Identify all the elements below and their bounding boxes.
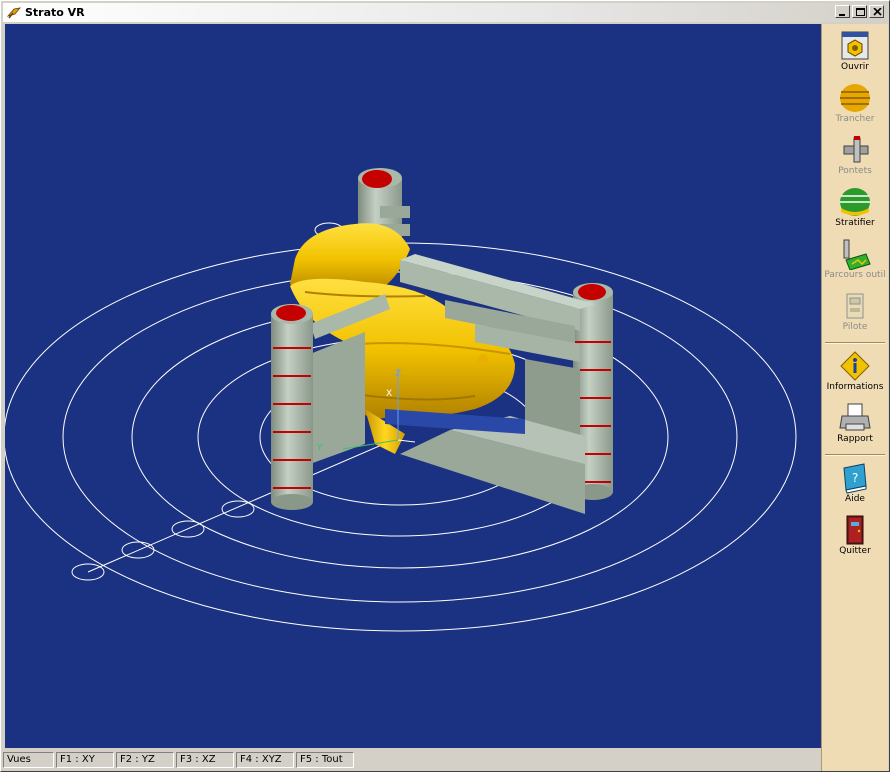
status-views: Vues [3, 752, 54, 768]
report-icon [839, 403, 871, 431]
toolbar-separator [825, 454, 885, 456]
status-view-xy[interactable]: F1 : XY [56, 752, 114, 768]
slice-label: Trancher [835, 114, 875, 124]
toolpath-label: Parcours outil [824, 270, 886, 280]
bridge-button[interactable]: Pontets [822, 130, 888, 182]
maximize-icon [856, 8, 865, 16]
axis-z-label: Z [395, 369, 401, 379]
axis-x-label: X [386, 389, 392, 399]
status-view-xyz[interactable]: F4 : XYZ [236, 752, 294, 768]
svg-text:?: ? [852, 471, 858, 485]
help-label: Aide [845, 494, 865, 504]
help-icon: ? [843, 463, 867, 494]
pilot-button[interactable]: Pilote [822, 286, 888, 338]
open-icon [841, 31, 869, 60]
bridge-label: Pontets [838, 166, 872, 176]
status-bar: Vues F1 : XY F2 : YZ F3 : XZ F4 : XYZ F5… [3, 750, 821, 770]
title-bar[interactable]: Strato VR [3, 3, 887, 22]
toolbar-separator [825, 342, 885, 344]
stratify-button[interactable]: Stratifier [822, 182, 888, 234]
slice-icon [840, 84, 870, 112]
3d-scene: Z Y X [5, 168, 797, 632]
minimize-button[interactable] [835, 5, 850, 18]
toolpath-icon [843, 239, 871, 270]
exit-label: Quitter [839, 546, 871, 556]
maximize-button[interactable] [852, 5, 867, 18]
report-label: Rapport [837, 434, 873, 444]
grid-rings [5, 222, 797, 632]
toolpath-button[interactable]: Parcours outil [822, 234, 888, 286]
3d-viewport[interactable]: Z Y X [5, 24, 821, 748]
status-view-xz[interactable]: F3 : XZ [176, 752, 234, 768]
stratify-icon [840, 188, 870, 216]
help-button[interactable]: ? Aide [822, 458, 888, 510]
pilot-label: Pilote [842, 322, 868, 332]
stratify-label: Stratifier [835, 218, 875, 228]
report-button[interactable]: Rapport [822, 398, 888, 450]
app-window: Strato VR Z Y X Ouvrir Trancher Pontets … [0, 0, 890, 772]
status-view-yz[interactable]: F2 : YZ [116, 752, 174, 768]
status-view-all[interactable]: F5 : Tout [296, 752, 354, 768]
app-logo-icon [7, 7, 21, 19]
right-toolbar: Ouvrir Trancher Pontets Stratifier Parco… [821, 24, 888, 771]
info-icon [840, 351, 870, 381]
pilot-icon [846, 293, 864, 319]
info-label: Informations [826, 382, 884, 392]
window-title: Strato VR [25, 6, 85, 19]
bridge-icon [843, 136, 869, 163]
close-button[interactable] [869, 5, 884, 18]
open-button[interactable]: Ouvrir [822, 26, 888, 78]
minimize-icon [839, 14, 845, 16]
exit-icon [846, 515, 864, 545]
axis-y-label: Y [316, 443, 323, 453]
exit-button[interactable]: Quitter [822, 510, 888, 562]
open-label: Ouvrir [840, 62, 869, 72]
info-button[interactable]: Informations [822, 346, 888, 398]
close-icon [873, 8, 882, 16]
slice-button[interactable]: Trancher [822, 78, 888, 130]
